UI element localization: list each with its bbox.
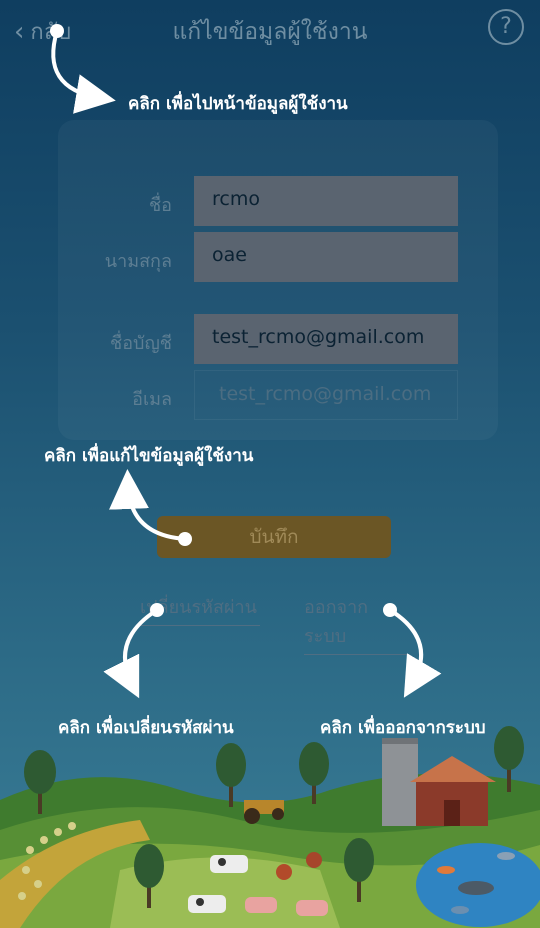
arrow-icon [51,30,116,114]
arrow-icon [388,608,442,698]
change-password-hint: คลิก เพื่อเปลี่ยนรหัสผ่าน [58,718,234,738]
edit-profile-screen: ‹ กลับ แก้ไขข้อมูลผู้ใช้งาน ? ชื่อ rcmo … [0,0,540,928]
arrow-icon [108,469,186,541]
back-hint: คลิก เพื่อไปหน้าข้อมูลผู้ใช้งาน [128,94,348,114]
edit-hint: คลิก เพื่อแก้ไขข้อมูลผู้ใช้งาน [44,446,254,466]
arrow-icon [103,608,159,699]
logout-hint: คลิก เพื่อออกจากระบบ [320,718,486,738]
